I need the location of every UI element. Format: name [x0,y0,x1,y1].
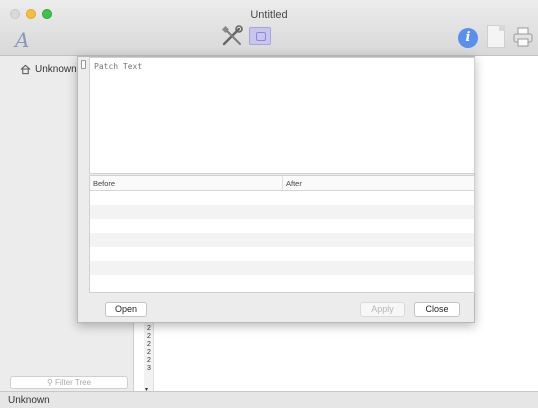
table-row[interactable] [90,191,474,205]
sidebar-item-unknown[interactable]: Unknown [20,62,77,76]
line-number: 2 [147,349,151,356]
app-window: Untitled A i Unknown ⚲ Filter Tree 2 2 2… [0,0,538,408]
document-icon[interactable] [487,25,505,48]
table-row[interactable] [90,275,474,289]
window-title: Untitled [250,9,288,21]
drag-handle-icon[interactable] [81,60,86,69]
column-header-after[interactable]: After [283,176,474,190]
line-number: 2 [147,357,151,364]
filter-placeholder: Filter Tree [55,378,92,387]
open-button[interactable]: Open [105,302,147,317]
table-header: Before After [90,176,474,191]
line-number: 2 [147,325,151,332]
line-numbers: 2 2 2 2 2 3 [145,325,153,373]
apply-button[interactable]: Apply [360,302,405,317]
house-icon [20,64,31,74]
sidebar-item-label: Unknown [35,63,77,75]
tools-icon[interactable] [221,25,243,47]
before-after-table: Before After [89,175,475,293]
table-row[interactable] [90,233,474,247]
title-bar: Untitled A i [0,0,538,56]
filter-tree-field[interactable]: ⚲ Filter Tree [10,376,128,389]
font-icon[interactable]: A [15,28,29,52]
status-bar: Unknown [0,391,538,408]
apply-patch-sheet: Before After Open Apply Close [77,56,475,323]
info-icon[interactable]: i [458,28,478,48]
search-icon: ⚲ [46,378,53,387]
status-text: Unknown [8,395,50,406]
column-header-before[interactable]: Before [90,176,283,190]
table-row[interactable] [90,261,474,275]
table-row[interactable] [90,247,474,261]
patch-text-input[interactable] [89,57,475,174]
line-number: 2 [147,333,151,340]
line-number: 3 [147,365,151,372]
table-row[interactable] [90,205,474,219]
close-button[interactable]: Close [414,302,460,317]
table-row[interactable] [90,219,474,233]
print-icon[interactable] [513,27,533,47]
line-number: 2 [147,341,151,348]
patch-icon[interactable] [249,27,271,45]
